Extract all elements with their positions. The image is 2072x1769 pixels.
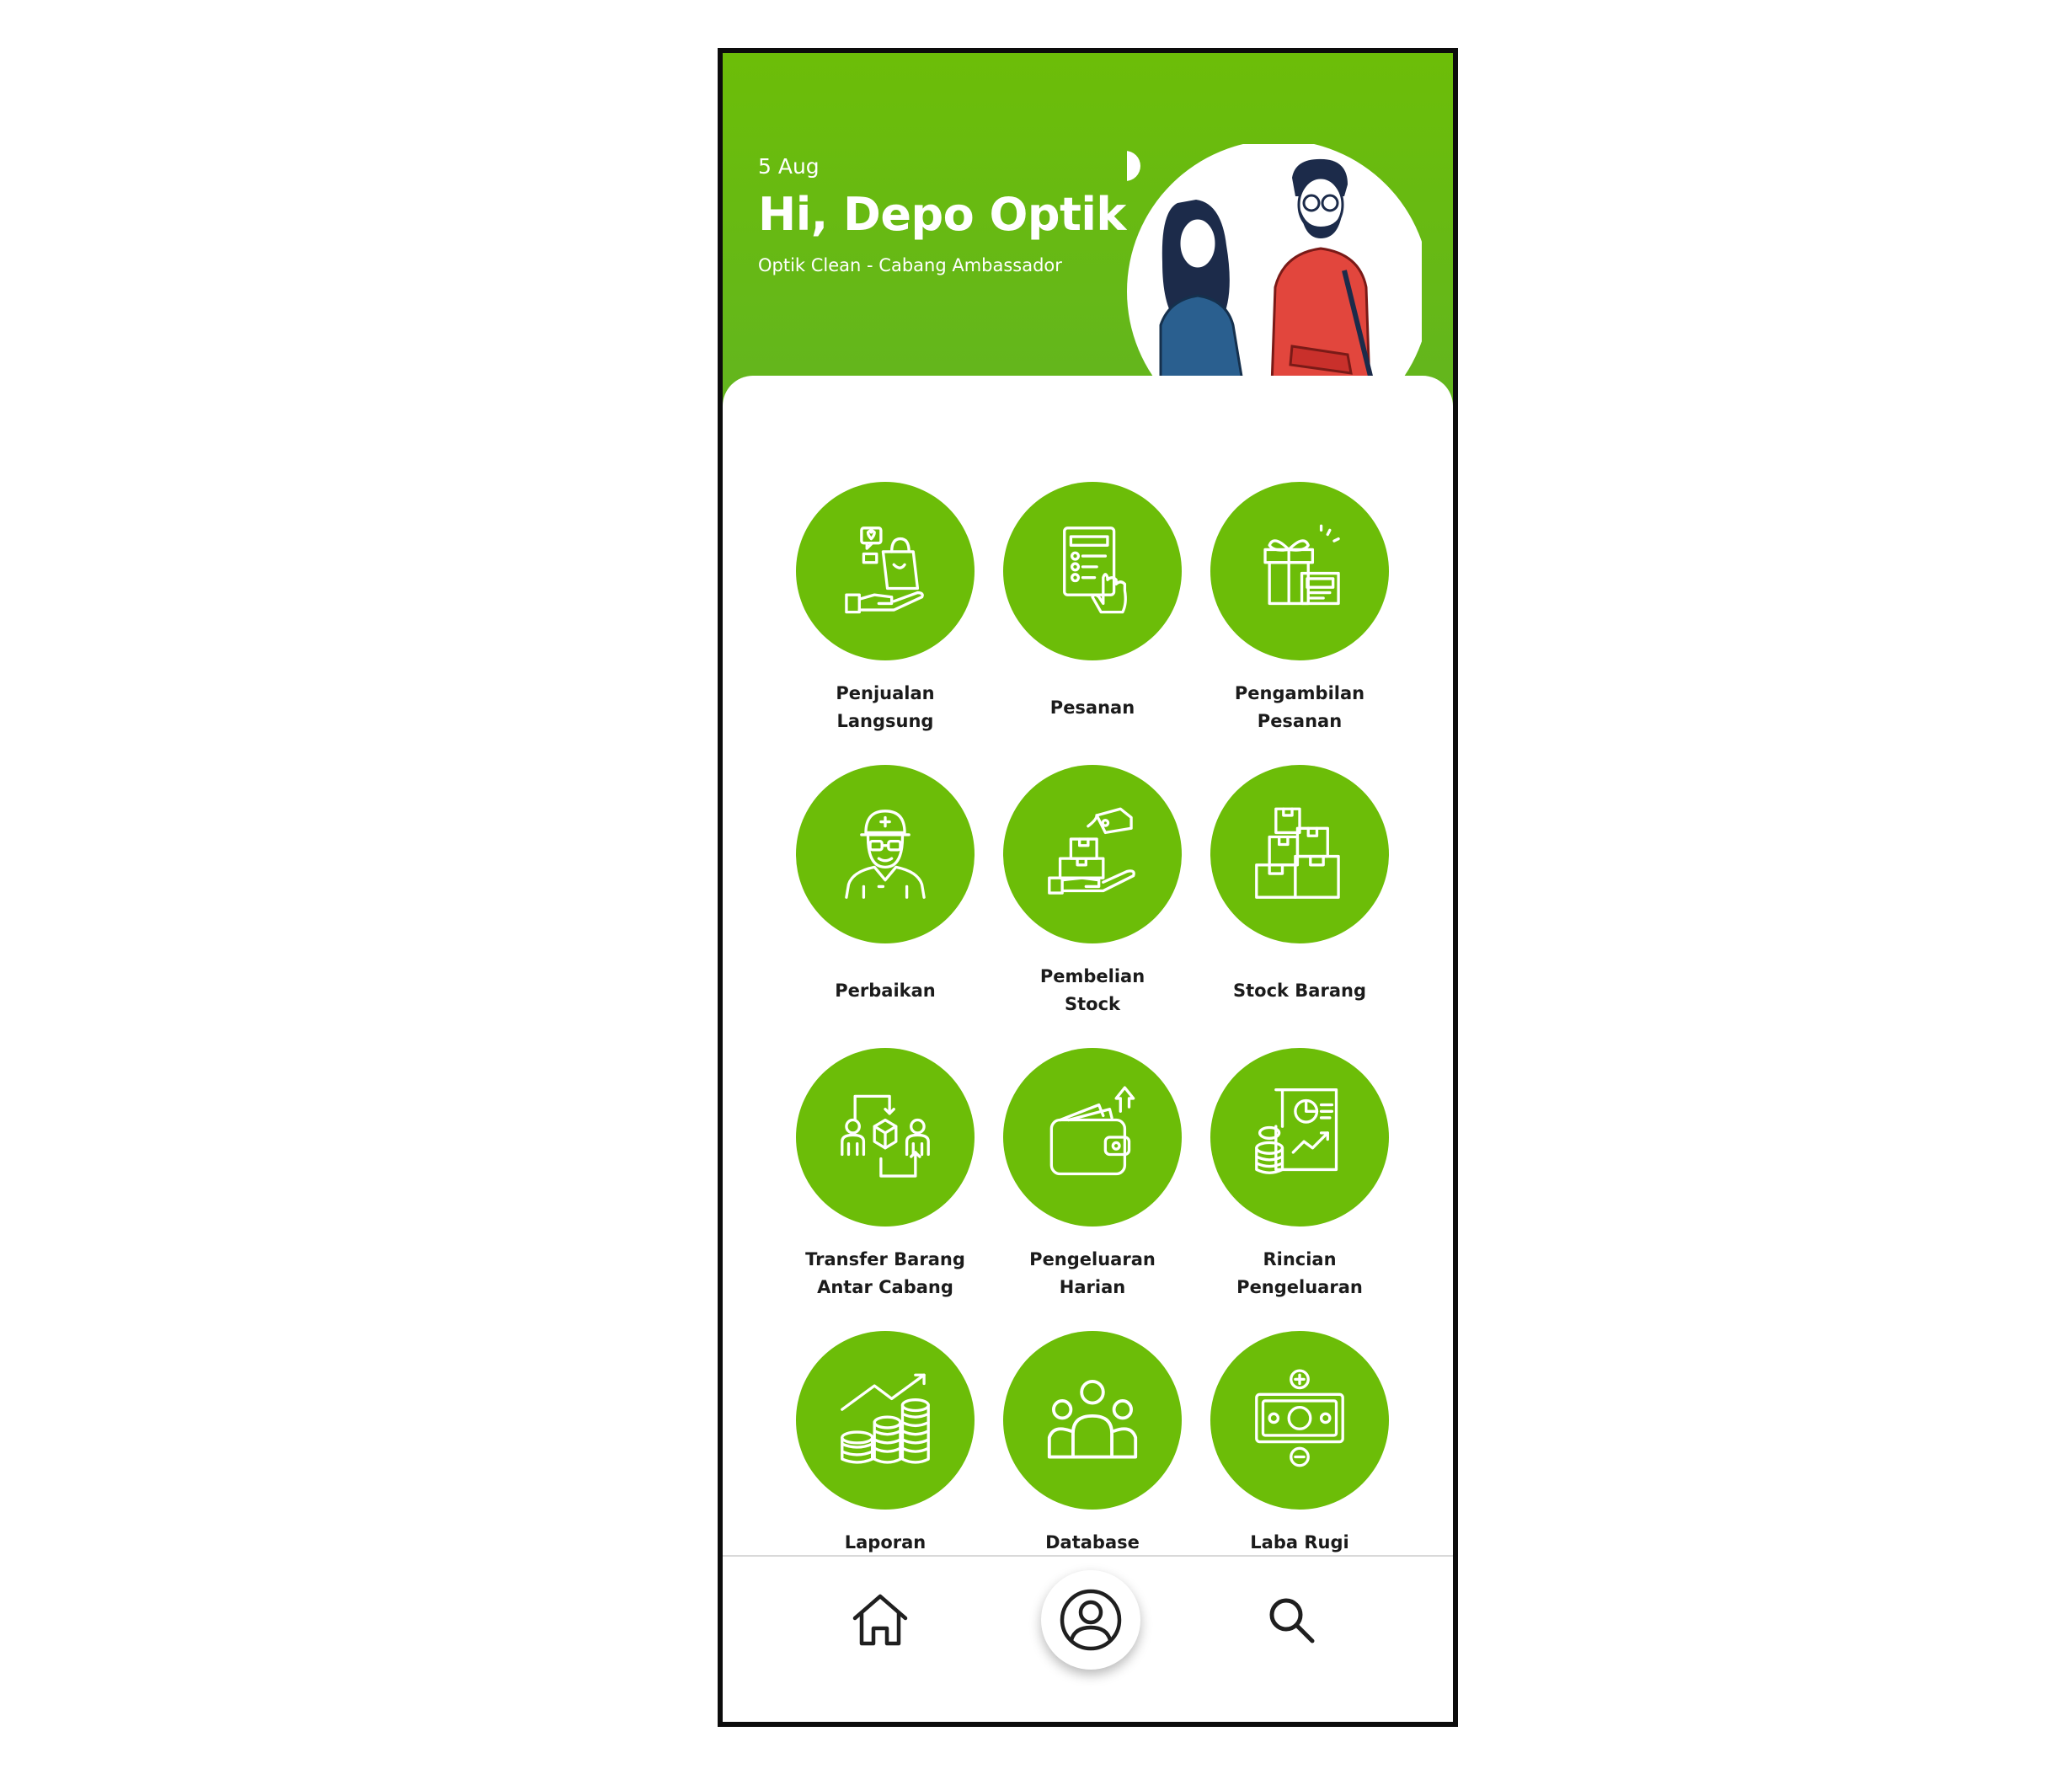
menu-label: Perbaikan [835,980,936,1001]
date-label: 5 Aug [758,154,820,179]
menu-label: Pesanan [1049,697,1135,718]
search-icon [1269,1598,1315,1643]
wallet-icon [1049,1086,1135,1176]
menu-label: Stock Barang [1232,980,1366,1001]
phone-frame: 5 Aug Hi, Depo Optik Optik Clean - Caban… [718,48,1458,1727]
sales-growth-icon [841,1373,930,1464]
gift-box-icon [1263,524,1340,606]
menu-grid: Penjualan Langsung Pesanan Pengambilan P… [782,482,1405,1614]
greeting-title: Hi, Depo Optik [758,188,1126,241]
menu-item-pesanan[interactable]: Pesanan [989,482,1196,765]
menu-item-pengeluaran-harian[interactable]: Pengeluaran Harian [989,1048,1196,1331]
order-list-icon [1063,526,1127,614]
branch-subtitle: Optik Clean - Cabang Ambassador [758,255,1062,275]
transfer-icon [841,1094,930,1178]
report-coins-icon [1255,1088,1338,1174]
menu-label: Pengambilan Pesanan [1234,683,1365,731]
menu-item-perbaikan[interactable]: Perbaikan [782,765,989,1048]
hand-shopping-bag-icon [845,526,924,614]
menu-item-pembelian-stock[interactable]: Pembelian Stock [989,765,1196,1048]
menu-item-pengambilan-pesanan[interactable]: Pengambilan Pesanan [1196,482,1403,765]
menu-label: Penjualan Langsung [836,683,935,731]
menu-label: Pembelian Stock [1039,966,1145,1014]
nav-profile-button[interactable] [1041,1570,1140,1670]
home-icon [852,1594,908,1646]
technician-icon [845,810,926,899]
hand-box-tag-icon [1048,807,1135,895]
menu-label: Pengeluaran Harian [1029,1249,1156,1297]
menu-item-penjualan-langsung[interactable]: Penjualan Langsung [782,482,989,765]
nav-search-button[interactable] [1253,1582,1329,1658]
nav-home-button[interactable] [842,1582,918,1658]
menu-label: Transfer Barang Antar Cabang [805,1249,965,1297]
menu-item-rincian-pengeluaran[interactable]: Rincian Pengeluaran [1196,1048,1403,1331]
stacked-boxes-icon [1255,807,1340,899]
profile-icon [1060,1589,1122,1651]
customers-icon [1047,1380,1138,1459]
menu-item-stock-barang[interactable]: Stock Barang [1196,765,1403,1048]
menu-label: Rincian Pengeluaran [1236,1249,1363,1297]
menu-item-transfer-barang[interactable]: Transfer Barang Antar Cabang [782,1048,989,1331]
bottom-navigation [723,1555,1453,1722]
main-content: Penjualan Langsung Pesanan Pengambilan P… [723,376,1453,1606]
money-plus-minus-icon [1255,1369,1344,1467]
